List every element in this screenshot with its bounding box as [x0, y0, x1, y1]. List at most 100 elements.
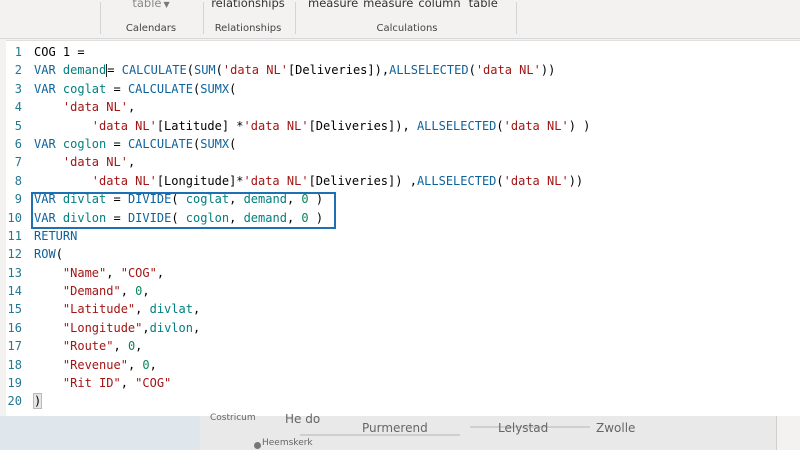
code-line[interactable]: 8 'data NL'[Longitude]*'data NL'[Deliver… — [6, 172, 590, 190]
code-token: "Demand" — [62, 284, 121, 299]
code-token: coglon — [62, 136, 107, 151]
code-token: , — [149, 357, 157, 372]
code-line[interactable]: 17 "Route", 0, — [6, 337, 590, 355]
code-token: , — [106, 265, 121, 280]
dax-formula-editor[interactable]: 1 COG 1 = 2 VAR demand= CALCULATE(SUM('data… — [6, 40, 800, 417]
code-token: VAR — [34, 136, 63, 151]
code-token: , — [192, 302, 201, 317]
line-number: 7 — [14, 155, 22, 170]
code-line[interactable]: 13 "Name", "COG", — [6, 264, 590, 282]
code-token: ( — [468, 63, 476, 78]
line-number: 6 — [14, 136, 22, 151]
highlight-box — [31, 192, 336, 229]
code-token: , — [135, 302, 150, 317]
code-line[interactable]: 16 "Longitude",divlon, — [6, 319, 590, 337]
code-token: COG 1 = — [34, 45, 85, 59]
code-token: , — [120, 284, 136, 299]
code-line[interactable]: 12 ROW( — [6, 245, 590, 263]
quick-measure-button[interactable]: measure — [363, 0, 413, 10]
code-token: ALLSELECTED — [416, 118, 497, 133]
code-line[interactable]: 20) — [6, 392, 590, 410]
code-token: ( — [496, 173, 504, 188]
line-number: 14 — [7, 284, 22, 299]
line-number: 4 — [14, 100, 22, 115]
code-token: 'data NL' — [91, 118, 157, 133]
code-line[interactable]: 15 "Latitude", divlat, — [6, 300, 590, 318]
code-line[interactable]: 7 'data NL', — [6, 153, 590, 171]
new-column-button[interactable]: column — [418, 0, 460, 10]
code-token: [Deliveries]) , — [308, 173, 417, 188]
code-token: "Rit ID" — [62, 376, 121, 391]
map-label-heemskerk: Heemskerk — [262, 438, 313, 448]
code-line[interactable]: 3 VAR coglat = CALCULATE(SUMX( — [6, 80, 590, 98]
code-token: , — [142, 320, 150, 335]
ribbon-group-relationships: relationships Relationships — [204, 0, 292, 38]
code-token: ALLSELECTED — [389, 63, 469, 78]
ribbon-separator — [295, 2, 296, 34]
code-token: 'data NL' — [503, 173, 569, 188]
line-number: 5 — [14, 118, 22, 133]
code-token: SUMX — [200, 81, 230, 96]
code-token: CALCULATE — [127, 81, 193, 96]
code-token: , — [127, 155, 136, 170]
line-number: 19 — [7, 376, 22, 391]
ribbon: e table▼ Calendars relationships Relatio… — [0, 0, 800, 39]
code-token: CALCULATE — [121, 63, 187, 78]
code-token: , — [120, 376, 136, 391]
code-line[interactable]: 4 'data NL', — [6, 98, 590, 116]
code-token: "Latitude" — [62, 302, 136, 317]
line-number: 16 — [7, 320, 22, 335]
map-label-heiloo: He do — [285, 412, 321, 426]
code-token: 0 — [142, 357, 150, 372]
code-line[interactable]: 5 'data NL'[Latitude] *'data NL'[Deliver… — [6, 117, 591, 135]
code-line[interactable]: 18 "Revenue", 0, — [6, 356, 590, 374]
code-token: ROW — [34, 247, 56, 262]
code-token: = — [106, 81, 128, 96]
map-location-pin[interactable] — [254, 442, 261, 449]
code-token: RETURN — [34, 228, 78, 243]
code-token: SUMX — [200, 136, 230, 151]
line-number: 10 — [7, 210, 22, 225]
ribbon-group-calculations-label: Calculations — [376, 23, 438, 34]
code-token: "COG" — [135, 376, 172, 391]
code-token: , — [135, 339, 143, 354]
line-number: 11 — [7, 228, 22, 243]
code-line[interactable]: 19 "Rit ID", "COG" — [6, 374, 590, 392]
code-token: 'data NL' — [503, 118, 569, 133]
line-number: 12 — [7, 247, 22, 262]
manage-relationships-button[interactable]: relationships — [211, 0, 285, 10]
code-token: VAR — [34, 63, 63, 78]
code-token: [Latitude] * — [156, 118, 244, 133]
code-line[interactable]: 11 RETURN — [6, 227, 590, 245]
code-line[interactable]: 2 VAR demand= CALCULATE(SUM('data NL'[Del… — [6, 61, 590, 79]
code-line[interactable]: 6 VAR coglon = CALCULATE(SUMX( — [6, 135, 590, 153]
line-number: 20 — [7, 394, 22, 409]
code-line[interactable]: 14 "Demand", 0, — [6, 282, 590, 300]
code-token: , — [127, 100, 136, 115]
table-button[interactable]: table — [132, 0, 161, 10]
code-token: , — [127, 357, 143, 372]
code-token: 'data NL' — [62, 155, 128, 170]
line-number: 2 — [14, 63, 22, 78]
new-measure-button[interactable]: measure — [308, 0, 358, 10]
ribbon-group-calendars: table ▼ Calendars — [100, 0, 202, 38]
line-number: 15 — [7, 302, 22, 317]
map-visual[interactable]: Costricum He do Purmerend Lelystad Zwoll… — [0, 412, 800, 450]
ribbon-group-relationships-label: Relationships — [214, 23, 282, 34]
code-token: ( — [215, 63, 223, 78]
code-token: coglat — [62, 81, 107, 96]
map-label-lelystad: Lelystad — [498, 421, 549, 435]
code-token: )) — [540, 63, 556, 78]
chevron-down-icon[interactable]: ▼ — [163, 0, 169, 9]
code-line[interactable]: 1 COG 1 = — [6, 43, 590, 61]
code-token: ALLSELECTED — [416, 173, 497, 188]
code-token: = — [106, 136, 128, 151]
new-table-button[interactable]: table — [469, 0, 498, 10]
